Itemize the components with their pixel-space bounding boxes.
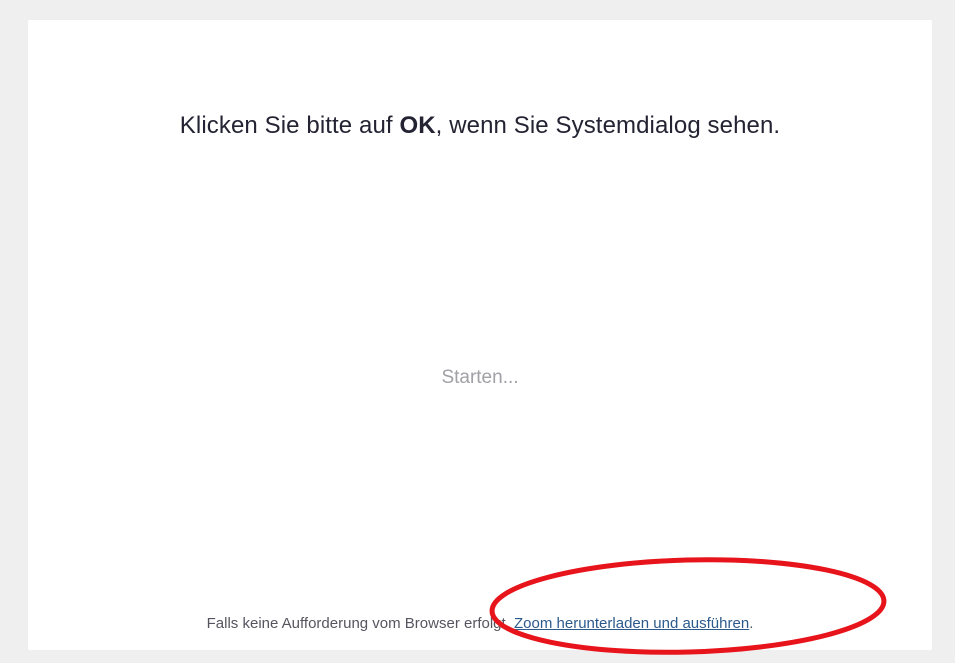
page: Klicken Sie bitte auf OK, wenn Sie Syste… — [0, 0, 955, 663]
fallback-suffix: . — [749, 615, 754, 632]
launch-card: Klicken Sie bitte auf OK, wenn Sie Syste… — [28, 20, 932, 650]
headline-text-before: Klicken Sie bitte auf — [179, 112, 400, 139]
fallback-message: Falls keine Aufforderung vom Browser erf… — [28, 615, 932, 632]
download-zoom-link[interactable]: Zoom herunterladen und ausführen — [514, 615, 749, 632]
launch-status-text: Starten... — [441, 367, 519, 388]
instruction-headline: Klicken Sie bitte auf OK, wenn Sie Syste… — [28, 112, 932, 140]
headline-text-after: , wenn Sie Systemdialog sehen. — [435, 112, 781, 139]
fallback-prefix: Falls keine Aufforderung vom Browser erf… — [206, 615, 515, 632]
headline-ok-emphasis: OK — [399, 112, 436, 139]
